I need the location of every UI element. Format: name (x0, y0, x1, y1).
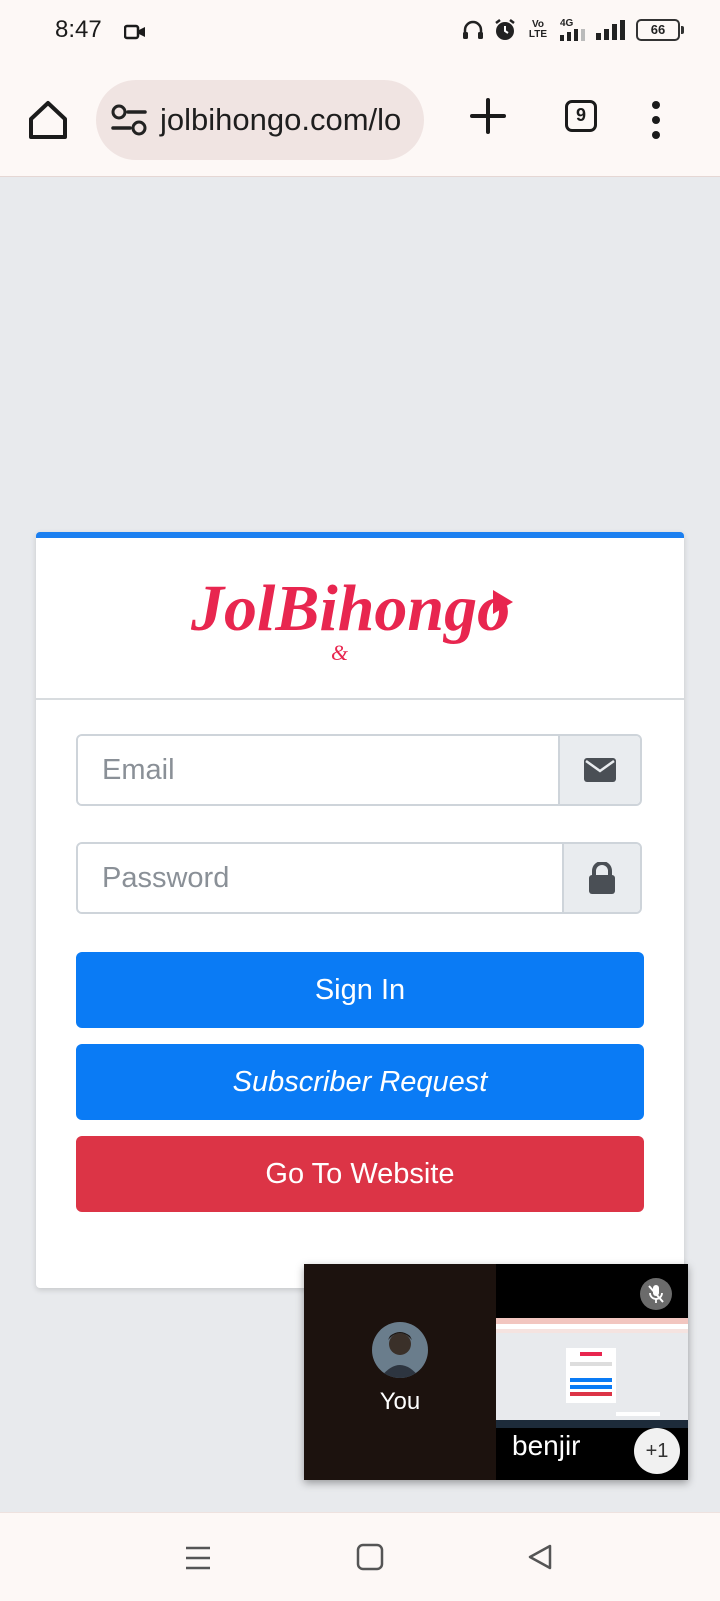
avatar (372, 1322, 428, 1378)
tab-switcher-button[interactable]: 9 (565, 100, 597, 132)
address-bar[interactable]: jolbihongo.com/lo (96, 80, 424, 160)
new-tab-icon[interactable] (468, 96, 508, 136)
email-input[interactable] (78, 736, 558, 804)
more-participants-badge[interactable]: +1 (634, 1428, 680, 1474)
video-camera-icon (124, 24, 145, 40)
svg-text:&: & (331, 640, 349, 665)
password-input[interactable] (78, 844, 562, 912)
signal-4g-icon: 4G (560, 18, 586, 41)
recents-icon[interactable] (184, 1545, 212, 1571)
home-icon[interactable] (26, 98, 70, 142)
volte-indicator: Vo LTE (528, 18, 548, 40)
browser-toolbar: jolbihongo.com/lo 9 (0, 64, 720, 177)
password-addon (562, 844, 640, 912)
status-icons: Vo LTE 4G 66 (462, 18, 684, 41)
participant-name: benjir (512, 1430, 581, 1461)
system-nav-bar (0, 1512, 720, 1601)
back-icon[interactable] (526, 1543, 554, 1571)
battery-icon: 66 (636, 18, 684, 41)
email-input-group (76, 734, 642, 806)
go-to-website-button[interactable]: Go To Website (76, 1136, 644, 1212)
signal-icon (596, 19, 626, 40)
alarm-icon (494, 18, 516, 41)
more-menu-icon[interactable] (650, 100, 662, 140)
svg-text:JolBihongo: JolBihongo (191, 572, 510, 645)
password-input-group (76, 842, 642, 914)
status-time: 8:47 (55, 16, 102, 43)
sign-in-button[interactable]: Sign In (76, 952, 644, 1028)
envelope-icon (584, 758, 616, 782)
participant-video-tile: benjir +1 (496, 1264, 688, 1480)
self-label: You (379, 1388, 421, 1415)
email-addon (558, 736, 640, 804)
status-bar: 8:47 Vo LTE 4G 66 (0, 0, 720, 64)
jolbihongo-logo: JolBihongo & (191, 572, 513, 665)
home-nav-icon[interactable] (356, 1543, 384, 1571)
login-card: JolBihongo & Sign In Subscriber Request … (36, 532, 684, 1288)
self-video-tile: You (304, 1264, 496, 1480)
shared-screen-preview (496, 1318, 688, 1428)
url-text: jolbihongo.com/lo (160, 102, 402, 137)
lock-icon (589, 862, 615, 894)
subscriber-request-button[interactable]: Subscriber Request (76, 1044, 644, 1120)
video-call-pip[interactable]: You benjir +1 (304, 1264, 688, 1480)
card-header: JolBihongo & (36, 538, 684, 700)
headphones-icon (462, 20, 484, 40)
site-settings-icon[interactable] (110, 101, 148, 139)
mic-off-icon (640, 1278, 672, 1310)
